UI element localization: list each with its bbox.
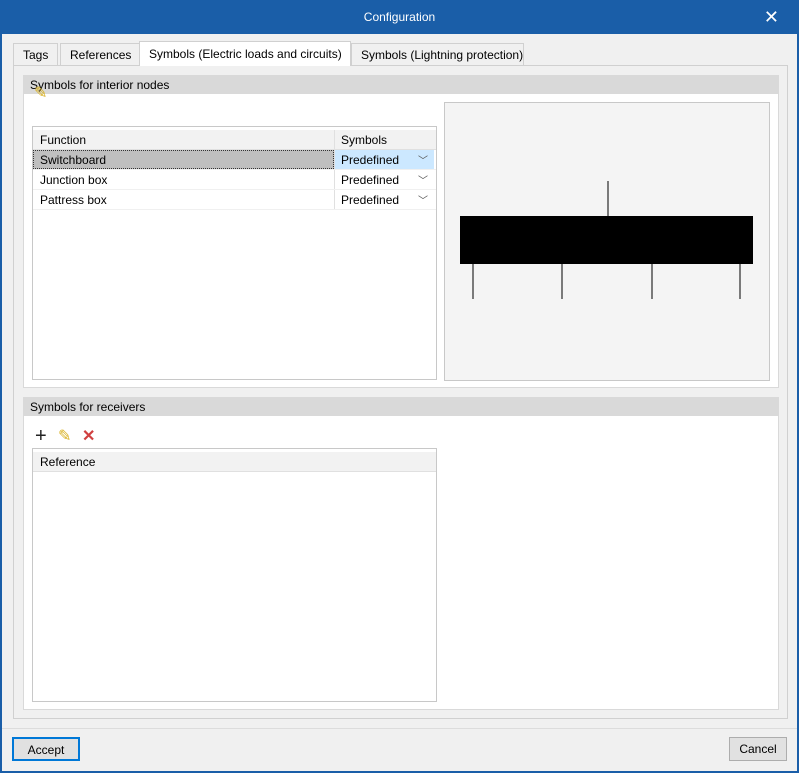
edit-pencil-icon[interactable]: ✎ xyxy=(34,86,47,102)
symbol-value: Predefined xyxy=(341,193,400,207)
edit-pencil-icon[interactable]: ✎ xyxy=(58,429,71,445)
accept-button[interactable]: Accept xyxy=(12,737,80,761)
function-cell[interactable]: Pattress box xyxy=(33,190,334,209)
section-title: Symbols for interior nodes xyxy=(24,76,778,94)
add-icon[interactable]: + xyxy=(35,426,47,446)
interior-nodes-section: Symbols for interior nodes ✎ Function Sy… xyxy=(23,75,779,388)
table-row[interactable]: Junction box Predefined ﹀ xyxy=(33,170,436,190)
delete-icon[interactable]: ✕ xyxy=(82,429,95,445)
functions-table: Function Symbols Switchboard Predefined ﹀… xyxy=(32,126,437,380)
column-header-function[interactable]: Function xyxy=(33,130,334,149)
title-bar: Configuration ✕ xyxy=(2,0,797,34)
symbol-value: Predefined xyxy=(341,153,400,167)
switchboard-symbol xyxy=(460,181,753,299)
function-cell[interactable]: Junction box xyxy=(33,170,334,189)
table-row[interactable]: Switchboard Predefined ﹀ xyxy=(33,150,436,170)
receivers-table: Reference xyxy=(32,448,437,702)
tab-references[interactable]: References xyxy=(60,43,142,65)
symbol-select[interactable]: Predefined ﹀ xyxy=(334,190,434,209)
tab-tags[interactable]: Tags xyxy=(13,43,59,65)
window-title: Configuration xyxy=(363,10,436,24)
symbol-select[interactable]: Predefined ﹀ xyxy=(334,170,434,189)
chevron-down-icon[interactable]: ﹀ xyxy=(418,152,428,167)
tab-symbols-electric[interactable]: Symbols (Electric loads and circuits) xyxy=(139,41,351,66)
cancel-button[interactable]: Cancel xyxy=(729,737,787,761)
section-title: Symbols for receivers xyxy=(24,398,778,416)
tab-symbols-lightning[interactable]: Symbols (Lightning protection) xyxy=(351,43,524,65)
symbol-value: Predefined xyxy=(341,173,400,187)
close-icon[interactable]: ✕ xyxy=(764,7,779,28)
configuration-dialog: Configuration ✕ Tags References Symbols … xyxy=(2,0,797,771)
symbol-preview xyxy=(444,102,770,381)
chevron-down-icon[interactable]: ﹀ xyxy=(418,172,428,187)
column-header-symbols[interactable]: Symbols xyxy=(334,130,434,149)
footer-divider xyxy=(2,728,797,729)
chevron-down-icon[interactable]: ﹀ xyxy=(418,192,428,207)
receivers-section: Symbols for receivers + ✎ ✕ Reference xyxy=(23,397,779,710)
function-cell[interactable]: Switchboard xyxy=(33,150,334,169)
symbol-select[interactable]: Predefined ﹀ xyxy=(334,150,434,169)
column-header-reference[interactable]: Reference xyxy=(33,452,433,471)
table-row[interactable]: Pattress box Predefined ﹀ xyxy=(33,190,436,210)
